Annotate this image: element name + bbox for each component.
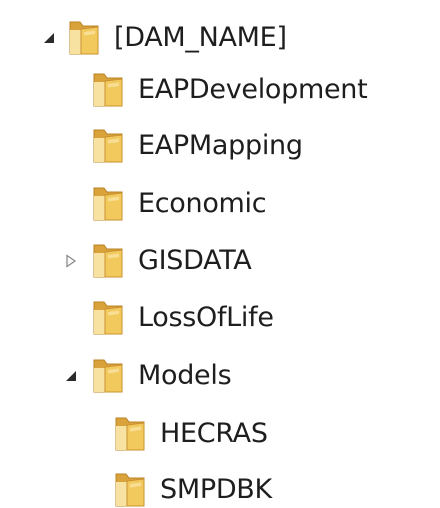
tree-node-gisdata[interactable]: GISDATA	[62, 237, 252, 285]
collapsed-arrow-icon[interactable]	[62, 252, 80, 270]
tree-node-label: EAPMapping	[138, 130, 303, 161]
tree-node-label: EAPDevelopment	[138, 74, 368, 105]
tree-node-smpdbk[interactable]: SMPDBK	[110, 466, 272, 508]
folder-icon	[93, 129, 123, 163]
tree-node-label: HECRAS	[160, 418, 268, 449]
tree-node-eapdevelopment[interactable]: EAPDevelopment	[88, 66, 368, 114]
folder-tree: [DAM_NAME] EAPDevelopment EAPMapping Eco…	[0, 0, 440, 508]
expanded-arrow-icon[interactable]	[40, 29, 58, 47]
tree-node-eapmapping[interactable]: EAPMapping	[88, 122, 303, 170]
folder-icon	[69, 21, 99, 55]
folder-icon	[115, 473, 145, 507]
tree-node-dam-name[interactable]: [DAM_NAME]	[40, 14, 287, 62]
tree-node-label: [DAM_NAME]	[114, 22, 287, 53]
tree-node-label: Economic	[138, 188, 267, 219]
folder-icon	[93, 73, 123, 107]
folder-icon	[93, 301, 123, 335]
folder-icon	[93, 187, 123, 221]
tree-node-label: SMPDBK	[160, 474, 272, 505]
tree-node-label: LossOfLife	[138, 302, 274, 333]
folder-icon	[93, 244, 123, 278]
tree-node-economic[interactable]: Economic	[88, 180, 267, 228]
tree-node-label: GISDATA	[138, 245, 252, 276]
tree-node-label: Models	[138, 360, 232, 391]
tree-node-lossoflife[interactable]: LossOfLife	[88, 294, 274, 342]
tree-node-models[interactable]: Models	[62, 352, 232, 400]
expanded-arrow-icon[interactable]	[62, 367, 80, 385]
tree-node-hecras[interactable]: HECRAS	[110, 410, 268, 458]
folder-icon	[93, 359, 123, 393]
folder-icon	[115, 417, 145, 451]
